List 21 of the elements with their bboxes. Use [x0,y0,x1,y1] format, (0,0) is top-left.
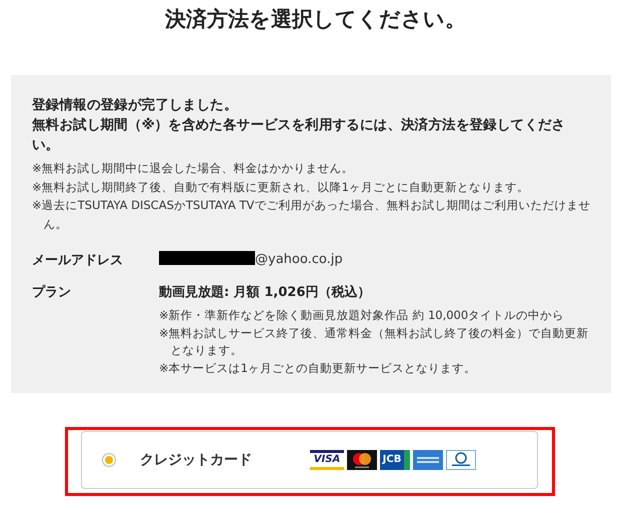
plan-name: 動画見放題: 月額 1,026円（税込） [159,284,372,301]
option-label: クレジットカード [140,451,253,469]
page-title: 決済方法を選択してください。 [164,6,467,33]
radio-button[interactable] [102,453,116,467]
payment-option-card[interactable]: クレジットカード VISA JCB [81,431,538,489]
detail-label: プラン [32,284,72,302]
notice-note: ※無料お試し期間中に退会した場合、料金はかかりません。 [32,160,355,177]
notice-headline: 無料お試し期間（※）を含めた各サービスを利用するには、決済方法を登録してください。 [32,116,566,155]
email-address: @yahoo.co.jp [255,252,343,267]
notice-headline: 登録情報の登録が完了しました。 [32,96,239,115]
jcb-logo: JCB [380,450,410,470]
notice-note: ※無料お試し期間終了後、自動で有料版に更新され、以降1ヶ月ごとに自動更新となります。 [32,178,530,196]
plan-note: ※無料お試しサービス終了後、通常料金（無料お試し終了後の料金）で自動更新となります。 [159,324,590,359]
plan-note: ※本サービスは1ヶ月ごとの自動更新サービスとなります。 [159,360,477,376]
detail-label: メールアドレス [32,252,124,269]
amex-logo-icon [413,450,443,470]
diners-logo-icon [446,450,476,470]
mastercard-logo-icon [347,450,377,470]
visa-logo: VISA [310,450,344,470]
plan-note: ※新作・準新作などを除く動画見放題対象作品 約 10,000タイトルの中から [159,307,566,324]
notice-note: ※過去にTSUTAYA DISCASかTSUTAYA TVでご利用があった場合、無料お試し期間はご利用いただけません。 [32,197,591,232]
